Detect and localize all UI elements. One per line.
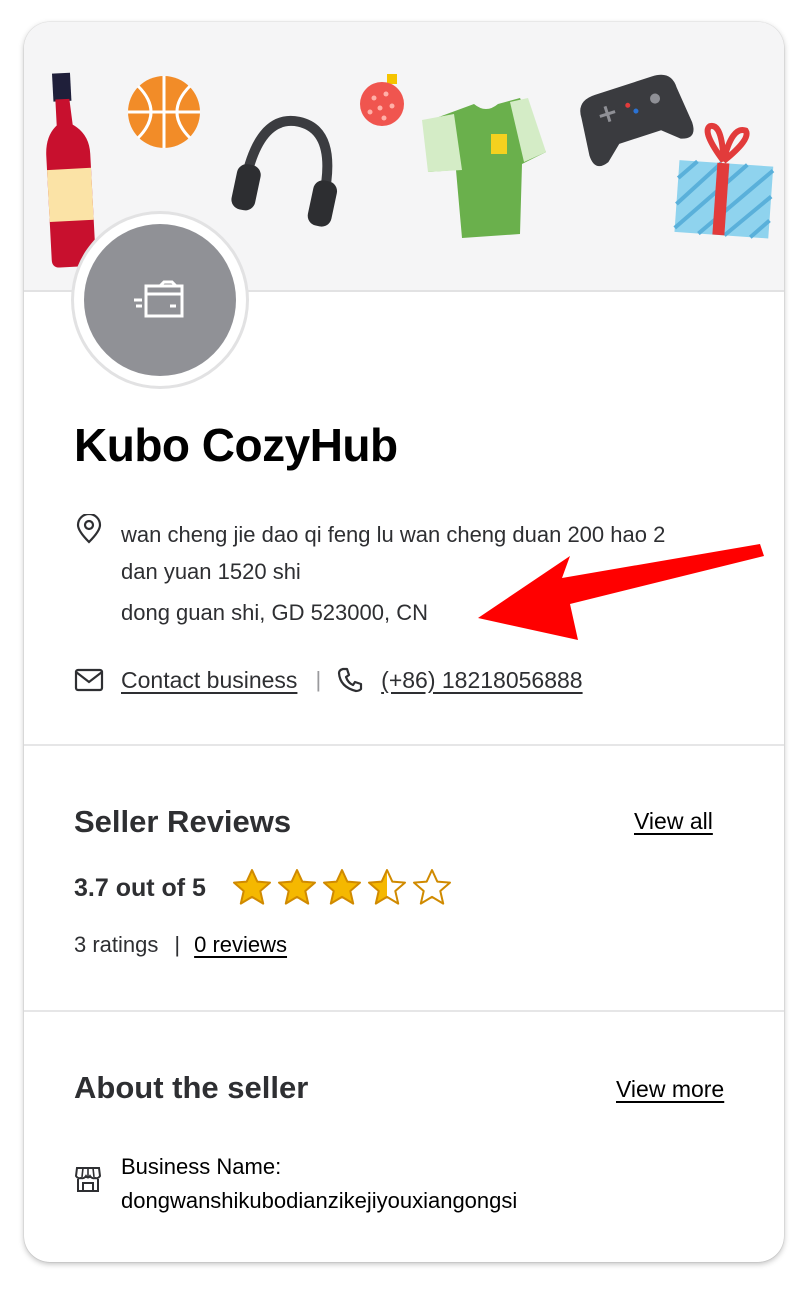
business-name-value: dongwanshikubodianzikejiyouxiangongsi [121,1188,518,1213]
storefront-icon [74,1167,102,1192]
ratings-row: 3 ratings | 0 reviews [74,932,287,958]
separator: | [174,932,181,957]
star-half-icon [368,869,406,905]
tshirt-icon [422,98,546,238]
contact-business-link[interactable]: Contact business [121,667,297,694]
star-rating [232,868,452,906]
rating-summary: 3.7 out of 5 [74,874,206,902]
business-name-block: Business Name: dongwanshikubodianzikejiy… [121,1150,517,1218]
business-name-label: Business Name: [121,1154,282,1179]
address-line: wan cheng jie dao qi feng lu wan cheng d… [121,522,666,584]
location-pin-icon [76,514,102,544]
phone-link[interactable]: (+86) 18218056888 [381,667,582,694]
star-full-icon [323,869,361,905]
envelope-icon [74,668,104,692]
basketball-icon [128,76,200,148]
view-more-link[interactable]: View more [616,1076,724,1103]
star-full-icon [278,869,316,905]
gift-box-icon [673,122,775,239]
reviews-link[interactable]: 0 reviews [194,932,287,958]
seller-avatar [74,214,246,386]
wine-bottle-icon [46,72,96,268]
phone-icon [338,667,363,693]
store-name: Kubo CozyHub [74,419,398,471]
separator: | [315,667,322,692]
headphones-icon [231,115,338,227]
ornament-icon [360,74,404,126]
game-controller-icon [580,74,694,167]
address-city-line: dong guan shi, GD 523000, CN [121,600,428,625]
seller-reviews-title: Seller Reviews [74,804,292,839]
delivery-box-icon [134,280,184,318]
divider [24,1010,784,1012]
star-empty-icon [413,869,451,905]
view-all-reviews-link[interactable]: View all [634,808,713,835]
contact-row: Contact business | (+86) 18218056888 [74,662,583,698]
seller-card: Kubo CozyHub wan cheng jie dao qi feng l… [24,22,784,1262]
ratings-count: 3 ratings [74,932,159,957]
star-full-icon [233,869,271,905]
divider [24,744,784,746]
about-seller-title: About the seller [74,1070,309,1105]
